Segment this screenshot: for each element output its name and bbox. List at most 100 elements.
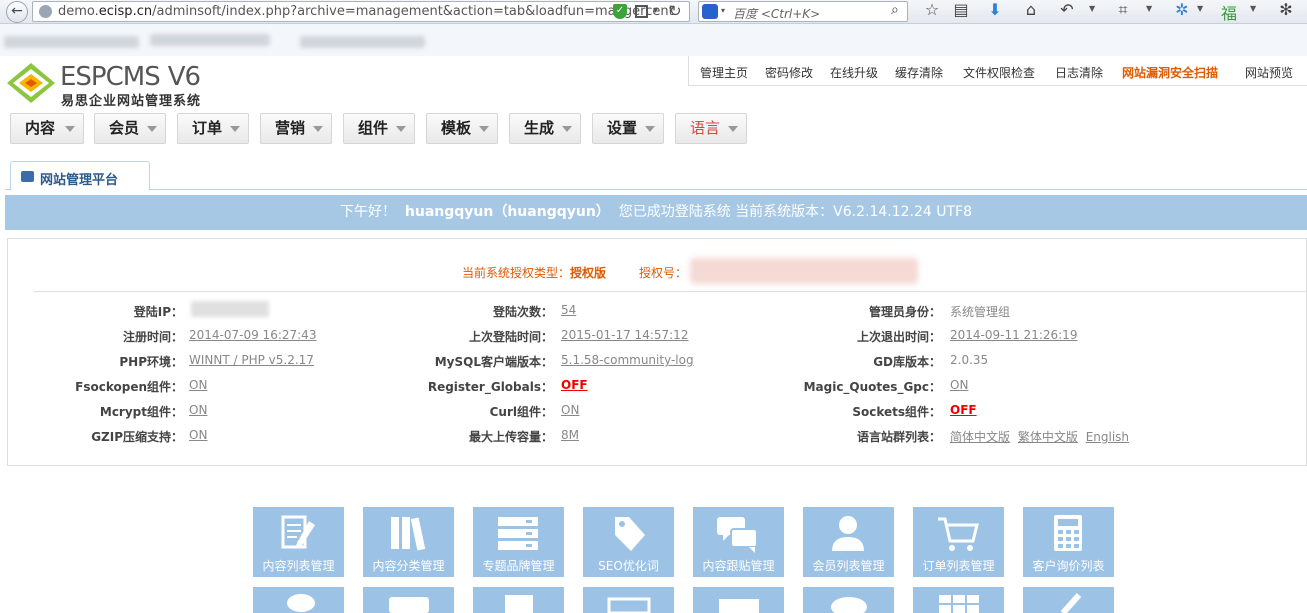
bug-icon[interactable]: ✻ xyxy=(1276,0,1296,19)
blurred-bookmark xyxy=(4,36,139,48)
info-value[interactable]: ON xyxy=(189,428,207,442)
info-value[interactable]: ON xyxy=(189,378,207,392)
lang-site-link[interactable]: 繁体中文版 xyxy=(1018,430,1078,444)
greeting: 下午好！ xyxy=(339,204,396,220)
tag-icon xyxy=(615,517,645,551)
logo-subtitle: 易思企业网站管理系统 xyxy=(61,94,202,109)
nav-settings[interactable]: 设置 xyxy=(592,113,664,144)
nav-language[interactable]: 语言 xyxy=(675,113,747,144)
nav-generate[interactable]: 生成 xyxy=(509,113,581,144)
back-arrow-icon[interactable]: ← xyxy=(6,1,28,23)
logo-title: ESPCMS V6 xyxy=(60,62,201,92)
download-icon[interactable]: ⬇ xyxy=(985,0,1005,19)
fu-icon[interactable]: 福 xyxy=(1219,0,1239,24)
info-value[interactable]: WINNT / PHP v5.2.17 xyxy=(189,353,314,367)
bookmark-bar xyxy=(0,24,1307,56)
info-row: GZIP压缩支持： ON 最大上传容量： 8M 语言站群列表： 简体中文版 繁体… xyxy=(8,428,1307,448)
nav-order[interactable]: 订单 xyxy=(177,113,249,144)
tile-row2-7[interactable] xyxy=(913,587,1004,613)
tile-member-list[interactable]: 会员列表管理 xyxy=(803,507,894,577)
top-link-upgrade[interactable]: 在线升级 xyxy=(830,64,878,81)
top-link-clear-log[interactable]: 日志清除 xyxy=(1055,64,1103,81)
dropdown-caret-icon[interactable]: ▼ xyxy=(1089,4,1095,13)
search-icon[interactable]: ⌕ xyxy=(891,2,899,18)
home-icon[interactable]: ⌂ xyxy=(1021,0,1041,19)
top-link-password[interactable]: 密码修改 xyxy=(765,64,813,81)
satellite-icon[interactable]: ✲ xyxy=(1172,0,1192,19)
crop-icon[interactable]: ⌗ xyxy=(1113,0,1133,20)
top-link-file-permission[interactable]: 文件权限检查 xyxy=(963,64,1035,81)
video-icon xyxy=(719,599,759,613)
chat-bubbles-icon xyxy=(717,517,758,553)
star-icon[interactable]: ☆ xyxy=(922,0,942,19)
address-bar[interactable]: demo.ecisp.cn/adminsoft/index.php?archiv… xyxy=(32,1,690,22)
info-label: Sockets组件： xyxy=(852,405,941,419)
info-value[interactable]: 2015-01-17 14:57:12 xyxy=(561,328,688,342)
tile-row2-8[interactable] xyxy=(1023,587,1114,613)
search-placeholder: 百度 <Ctrl+K> xyxy=(733,7,821,21)
tile-row2-4[interactable] xyxy=(583,587,674,613)
nav-content[interactable]: 内容 xyxy=(10,113,84,144)
sd-card-icon xyxy=(505,595,533,613)
undo-icon[interactable]: ↶ xyxy=(1057,0,1077,19)
info-value[interactable]: OFF xyxy=(950,403,977,417)
info-row: PHP环境： WINNT / PHP v5.2.17 MySQL客户端版本： 5… xyxy=(8,353,1307,373)
info-value[interactable]: 54 xyxy=(561,303,576,317)
tab-label: 网站管理平台 xyxy=(40,173,119,188)
tile-comment-manage[interactable]: 内容跟贴管理 xyxy=(693,507,784,577)
top-link-home[interactable]: 管理主页 xyxy=(700,64,748,81)
tile-order-list[interactable]: 订单列表管理 xyxy=(913,507,1004,577)
nav-label: 订单 xyxy=(192,119,223,137)
clipboard-icon[interactable]: ▤ xyxy=(951,0,971,19)
license-type-value: 授权版 xyxy=(570,266,607,280)
tile-inquiry-list[interactable]: 客户询价列表 xyxy=(1023,507,1114,577)
dropdown-caret-icon[interactable]: ▼ xyxy=(1197,4,1203,13)
lang-site-link[interactable]: English xyxy=(1086,430,1129,444)
info-value[interactable]: OFF xyxy=(561,378,588,392)
tile-row2-3[interactable] xyxy=(473,587,564,613)
info-value[interactable]: ON xyxy=(189,403,207,417)
espcms-logo-icon xyxy=(7,63,55,103)
tile-row2-6[interactable] xyxy=(803,587,894,613)
nav-marketing[interactable]: 营销 xyxy=(260,113,332,144)
tile-content-category[interactable]: 内容分类管理 xyxy=(363,507,454,577)
reload-icon[interactable]: ↻ xyxy=(669,2,682,20)
tile-label: 内容分类管理 xyxy=(372,559,445,573)
nav-component[interactable]: 组件 xyxy=(343,113,415,144)
top-link-security-scan[interactable]: 网站漏洞安全扫描 xyxy=(1122,64,1218,81)
nav-member[interactable]: 会员 xyxy=(94,113,166,144)
nav-template[interactable]: 模板 xyxy=(426,113,498,144)
info-value[interactable]: 2014-09-11 21:26:19 xyxy=(950,328,1077,342)
tile-row2-2[interactable] xyxy=(363,587,454,613)
tile-row2-5[interactable] xyxy=(693,587,784,613)
top-link-clear-cache[interactable]: 缓存清除 xyxy=(895,64,943,81)
welcome-banner: 下午好！ huangqyun（huangqyun） 您已成功登陆系统 当前系统版… xyxy=(5,195,1307,230)
lang-site-link[interactable]: 简体中文版 xyxy=(950,430,1010,444)
chevron-down-icon xyxy=(645,126,655,132)
info-label: Mcrypt组件： xyxy=(99,405,183,419)
tile-topic-brand[interactable]: 专题品牌管理 xyxy=(473,507,564,577)
info-value[interactable]: ON xyxy=(950,378,968,392)
shield-icon[interactable]: ✓ xyxy=(613,4,627,19)
search-box[interactable]: 🐾 ▾ 百度 <Ctrl+K> ⌕ xyxy=(698,1,908,22)
info-value[interactable]: 2014-07-09 16:27:43 xyxy=(189,328,316,342)
qrcode-icon[interactable] xyxy=(635,5,648,18)
info-value[interactable]: 8M xyxy=(561,428,579,442)
top-link-preview[interactable]: 网站预览 xyxy=(1245,64,1293,81)
info-value[interactable]: 5.1.58-community-log xyxy=(561,353,694,367)
info-label: Register_Globals： xyxy=(427,380,553,394)
dropdown-caret-icon[interactable]: ▼ xyxy=(1146,4,1152,13)
dropdown-caret-icon[interactable]: ▾ xyxy=(721,6,725,15)
tab-admin-platform[interactable]: 网站管理平台 xyxy=(10,161,150,191)
dropdown-caret-icon[interactable]: ▾ xyxy=(653,5,658,16)
info-value: 系统管理组 xyxy=(950,305,1011,319)
tile-seo-words[interactable]: SEO优化词 xyxy=(583,507,674,577)
tile-row2-1[interactable] xyxy=(253,587,344,613)
tile-content-list[interactable]: 内容列表管理 xyxy=(253,507,344,577)
dropdown-caret-icon[interactable]: ▼ xyxy=(1250,4,1256,13)
info-label: 管理员身份： xyxy=(868,305,941,319)
paw-icon[interactable]: 🐾 xyxy=(702,4,718,19)
info-value[interactable]: ON xyxy=(561,403,579,417)
user-name: huangqyun（huangqyun） xyxy=(404,204,610,220)
server-icon xyxy=(498,517,538,550)
